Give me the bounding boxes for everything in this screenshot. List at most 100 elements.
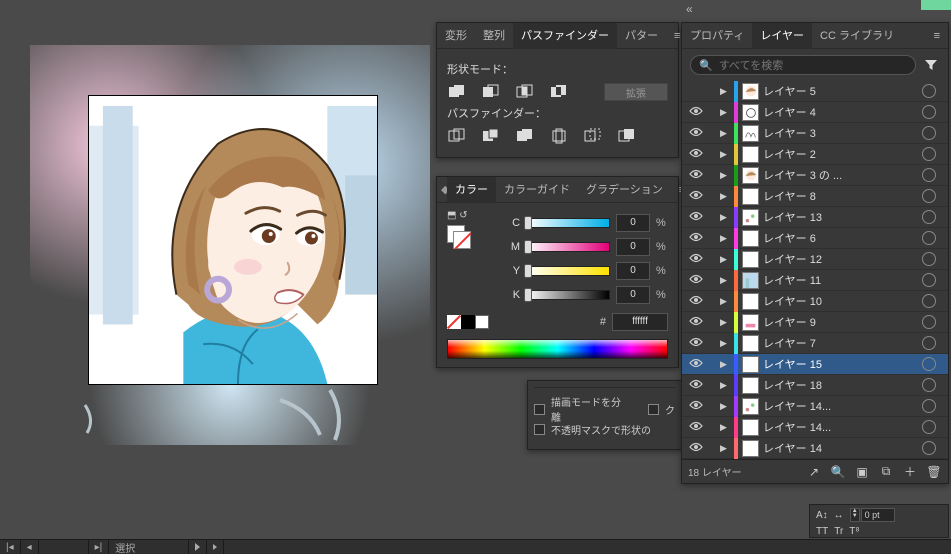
- layer-row[interactable]: ▶ レイヤー 4: [682, 102, 948, 123]
- expand-arrow-icon[interactable]: ▶: [720, 317, 734, 328]
- visibility-toggle-icon[interactable]: [686, 399, 706, 413]
- expand-arrow-icon[interactable]: ▶: [720, 296, 734, 307]
- layer-row[interactable]: ▶ レイヤー 13: [682, 207, 948, 228]
- expand-arrow-icon[interactable]: ▶: [720, 86, 734, 97]
- fill-stroke-swatch[interactable]: [447, 225, 471, 249]
- layer-thumbnail[interactable]: [742, 104, 759, 121]
- target-icon[interactable]: [922, 210, 936, 224]
- expand-arrow-icon[interactable]: ▶: [720, 107, 734, 118]
- layer-name-label[interactable]: レイヤー 7: [763, 335, 918, 351]
- opacity-mask-checkbox[interactable]: [534, 424, 545, 435]
- expand-arrow-icon[interactable]: ▶: [720, 212, 734, 223]
- artboard-nav-first[interactable]: |◂: [0, 540, 21, 554]
- visibility-toggle-icon[interactable]: [686, 336, 706, 350]
- layer-thumbnail[interactable]: [742, 356, 759, 373]
- layer-row[interactable]: ▶レイヤー 9: [682, 312, 948, 333]
- channel-value-input[interactable]: 0: [616, 286, 650, 304]
- tab-gradient[interactable]: グラデーション: [578, 177, 671, 203]
- layer-row[interactable]: ▶ レイヤー 14...: [682, 396, 948, 417]
- superscript-icon[interactable]: T⁸: [849, 526, 859, 537]
- layer-row[interactable]: ▶ レイヤー 11: [682, 270, 948, 291]
- expand-arrow-icon[interactable]: ▶: [720, 401, 734, 412]
- expand-arrow-icon[interactable]: ▶: [720, 443, 734, 454]
- filter-icon[interactable]: [922, 56, 940, 74]
- layer-row[interactable]: ▶レイヤー 3 の ...: [682, 165, 948, 186]
- layer-thumbnail[interactable]: [742, 293, 759, 310]
- layer-row[interactable]: ▶レイヤー 14...: [682, 417, 948, 438]
- expand-arrow-icon[interactable]: ▶: [720, 191, 734, 202]
- pf-outline-icon[interactable]: [583, 127, 603, 145]
- visibility-toggle-icon[interactable]: [686, 210, 706, 224]
- tab-pathfinder[interactable]: パスファインダー: [513, 23, 617, 49]
- layer-name-label[interactable]: レイヤー 5: [763, 83, 918, 99]
- layer-row[interactable]: ▶レイヤー 15: [682, 354, 948, 375]
- pf-minus-back-icon[interactable]: [617, 127, 637, 145]
- target-icon[interactable]: [922, 273, 936, 287]
- visibility-toggle-icon[interactable]: [686, 441, 706, 455]
- layer-thumbnail[interactable]: [742, 314, 759, 331]
- smallcaps-icon[interactable]: Tr: [834, 526, 843, 537]
- layer-row[interactable]: ▶ レイヤー 5: [682, 81, 948, 102]
- visibility-toggle-icon[interactable]: [686, 273, 706, 287]
- tab-transform[interactable]: 変形: [437, 23, 475, 49]
- expand-arrow-icon[interactable]: ▶: [720, 149, 734, 160]
- shapemode-exclude-icon[interactable]: [549, 83, 569, 101]
- expand-arrow-icon[interactable]: ▶: [720, 380, 734, 391]
- layer-name-label[interactable]: レイヤー 12: [763, 251, 918, 267]
- visibility-toggle-icon[interactable]: [686, 420, 706, 434]
- layer-name-label[interactable]: レイヤー 2: [763, 146, 918, 162]
- isolate-blend-checkbox[interactable]: [534, 404, 545, 415]
- layers-panel-menu-icon[interactable]: ≡: [926, 30, 948, 42]
- white-color-icon[interactable]: [475, 315, 489, 329]
- layer-thumbnail[interactable]: [742, 209, 759, 226]
- layer-name-label[interactable]: レイヤー 3 の ...: [763, 167, 918, 183]
- layer-name-label[interactable]: レイヤー 11: [763, 272, 918, 288]
- layer-name-label[interactable]: レイヤー 14...: [763, 398, 918, 414]
- layer-row[interactable]: ▶レイヤー 14: [682, 438, 948, 459]
- layer-thumbnail[interactable]: [742, 83, 759, 100]
- visibility-toggle-icon[interactable]: [686, 294, 706, 308]
- find-layer-icon[interactable]: 🔍: [830, 464, 846, 480]
- pf-trim-icon[interactable]: [481, 127, 501, 145]
- expand-arrow-icon[interactable]: ▶: [720, 422, 734, 433]
- visibility-toggle-icon[interactable]: [686, 315, 706, 329]
- layer-thumbnail[interactable]: [742, 167, 759, 184]
- target-icon[interactable]: [922, 336, 936, 350]
- target-icon[interactable]: [922, 126, 936, 140]
- shapemode-unite-icon[interactable]: [447, 83, 467, 101]
- channel-slider[interactable]: [526, 242, 610, 252]
- visibility-toggle-icon[interactable]: [686, 252, 706, 266]
- layer-name-label[interactable]: レイヤー 4: [763, 104, 918, 120]
- locate-layer-icon[interactable]: ↗: [806, 464, 822, 480]
- target-icon[interactable]: [922, 294, 936, 308]
- visibility-toggle-icon[interactable]: [686, 378, 706, 392]
- expand-arrow-icon[interactable]: ▶: [720, 359, 734, 370]
- shapemode-intersect-icon[interactable]: [515, 83, 535, 101]
- layer-row[interactable]: ▶レイヤー 3: [682, 123, 948, 144]
- tab-cc-libraries[interactable]: CC ライブラリ: [812, 23, 902, 49]
- black-color-icon[interactable]: [461, 315, 475, 329]
- layer-name-label[interactable]: レイヤー 13: [763, 209, 918, 225]
- target-icon[interactable]: [922, 189, 936, 203]
- layer-thumbnail[interactable]: [742, 251, 759, 268]
- layer-thumbnail[interactable]: [742, 377, 759, 394]
- expand-arrow-icon[interactable]: ▶: [720, 254, 734, 265]
- layer-list[interactable]: ▶レイヤー 5▶レイヤー 4▶レイヤー 3▶レイヤー 2▶レイヤー 3 の ..…: [682, 81, 948, 459]
- hex-input[interactable]: ffffff: [612, 313, 668, 331]
- visibility-toggle-icon[interactable]: [686, 147, 706, 161]
- expand-arrow-icon[interactable]: ▶: [720, 275, 734, 286]
- layer-thumbnail[interactable]: [742, 125, 759, 142]
- point-size-stepper[interactable]: ▲▼ 0 pt: [850, 508, 895, 522]
- shapemode-minus-front-icon[interactable]: [481, 83, 501, 101]
- none-color-icon[interactable]: [447, 315, 461, 329]
- layer-row[interactable]: ▶レイヤー 6: [682, 228, 948, 249]
- visibility-toggle-icon[interactable]: [686, 357, 706, 371]
- visibility-toggle-icon[interactable]: [686, 231, 706, 245]
- expand-arrow-icon[interactable]: ▶: [720, 128, 734, 139]
- layer-row[interactable]: ▶レイヤー 18: [682, 375, 948, 396]
- knockout-checkbox[interactable]: [648, 404, 659, 415]
- artboard[interactable]: [88, 95, 378, 385]
- layer-thumbnail[interactable]: [742, 230, 759, 247]
- layer-row[interactable]: ▶ レイヤー 2: [682, 144, 948, 165]
- delete-layer-icon[interactable]: 🗑: [926, 464, 942, 480]
